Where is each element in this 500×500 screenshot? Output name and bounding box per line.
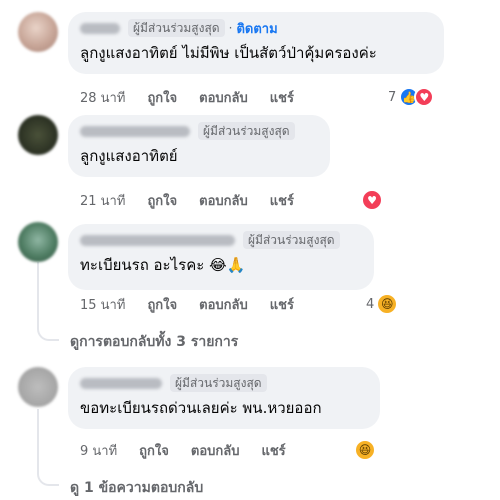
thread-line — [37, 262, 39, 326]
avatar[interactable] — [18, 222, 58, 262]
author-name[interactable] — [80, 377, 162, 389]
separator: · — [228, 21, 233, 35]
reaction-summary[interactable]: 7 👍 ♥ — [388, 84, 435, 110]
reply-button[interactable]: ตอบกลับ — [191, 440, 240, 461]
like-button[interactable]: ถูกใจ — [147, 190, 177, 211]
share-button[interactable]: แชร์ — [261, 440, 285, 461]
comment-actions: 9 นาที ถูกใจ ตอบกลับ แชร์ — [80, 439, 308, 461]
reply-button[interactable]: ตอบกลับ — [199, 190, 248, 211]
comment-text: ทะเบียนรถ อะไรคะ 😂🙏 — [80, 256, 246, 274]
thread-line — [37, 409, 39, 473]
reply-button[interactable]: ตอบกลับ — [199, 294, 248, 315]
reaction-summary[interactable]: ♥ — [361, 187, 383, 213]
top-fan-badge: ผู้มีส่วนร่วมสูงสุด — [198, 122, 295, 140]
comment-text: ลูกงูแสงอาทิตย์ — [80, 147, 178, 165]
comment-header: ผู้มีส่วนร่วมสูงสุด · ติดตาม — [80, 18, 432, 38]
reaction-summary[interactable]: 😆 — [354, 437, 376, 463]
comment-actions: 28 นาที ถูกใจ ตอบกลับ แชร์ — [80, 86, 316, 108]
follow-button[interactable]: ติดตาม — [236, 18, 277, 39]
comment-text: ขอทะเบียนรถด่วนเลยค่ะ พน.หวยออก — [80, 399, 322, 417]
share-button[interactable]: แชร์ — [270, 87, 294, 108]
avatar[interactable] — [18, 115, 58, 155]
timestamp[interactable]: 28 นาที — [80, 87, 125, 108]
top-fan-badge: ผู้มีส่วนร่วมสูงสุด — [128, 19, 225, 37]
comment-actions: 21 นาที ถูกใจ ตอบกลับ แชร์ — [80, 189, 316, 211]
author-name[interactable] — [80, 125, 190, 137]
share-button[interactable]: แชร์ — [270, 294, 294, 315]
reaction-count: 7 — [388, 89, 397, 105]
avatar[interactable] — [18, 12, 58, 52]
thread-connector — [37, 325, 59, 341]
comment-header: ผู้มีส่วนร่วมสูงสุด — [80, 373, 368, 393]
comment-header: ผู้มีส่วนร่วมสูงสุด — [80, 121, 318, 141]
avatar[interactable] — [18, 367, 58, 407]
view-replies-link[interactable]: ดูการตอบกลับทั้ง 3 รายการ — [70, 331, 238, 353]
view-replies-link[interactable]: ดู 1 ข้อความตอบกลับ — [70, 477, 203, 499]
author-name[interactable] — [80, 22, 120, 34]
reaction-count: 4 — [366, 296, 375, 312]
love-icon: ♥ — [361, 189, 383, 211]
timestamp[interactable]: 21 นาที — [80, 190, 125, 211]
like-button[interactable]: ถูกใจ — [147, 294, 177, 315]
comment-text: ลูกงูแสงอาทิตย์ ไม่มีพิษ เป็นสัตว์ป่าคุ้… — [80, 44, 377, 62]
author-name[interactable] — [80, 234, 235, 246]
share-button[interactable]: แชร์ — [270, 190, 294, 211]
haha-icon: 😆 — [354, 439, 376, 461]
love-icon: ♥ — [414, 87, 435, 107]
comment-bubble: ผู้มีส่วนร่วมสูงสุด ขอทะเบียนรถด่วนเลยค่… — [68, 367, 380, 429]
comment-header: ผู้มีส่วนร่วมสูงสุด — [80, 230, 362, 250]
thread-connector — [37, 470, 59, 486]
like-button[interactable]: ถูกใจ — [139, 440, 169, 461]
top-fan-badge: ผู้มีส่วนร่วมสูงสุด — [243, 231, 340, 249]
haha-icon: 😆 — [376, 293, 399, 315]
timestamp[interactable]: 9 นาที — [80, 440, 117, 461]
reaction-summary[interactable]: 4 😆 — [366, 291, 399, 317]
timestamp[interactable]: 15 นาที — [80, 294, 125, 315]
top-fan-badge: ผู้มีส่วนร่วมสูงสุด — [170, 374, 267, 392]
comment-actions: 15 นาที ถูกใจ ตอบกลับ แชร์ — [80, 293, 316, 315]
reply-button[interactable]: ตอบกลับ — [199, 87, 248, 108]
comment-bubble: ผู้มีส่วนร่วมสูงสุด ทะเบียนรถ อะไรคะ 😂🙏 — [68, 224, 374, 290]
like-button[interactable]: ถูกใจ — [147, 87, 177, 108]
comment-bubble: ผู้มีส่วนร่วมสูงสุด · ติดตาม ลูกงูแสงอาท… — [68, 12, 444, 74]
comment-bubble: ผู้มีส่วนร่วมสูงสุด ลูกงูแสงอาทิตย์ — [68, 115, 330, 177]
